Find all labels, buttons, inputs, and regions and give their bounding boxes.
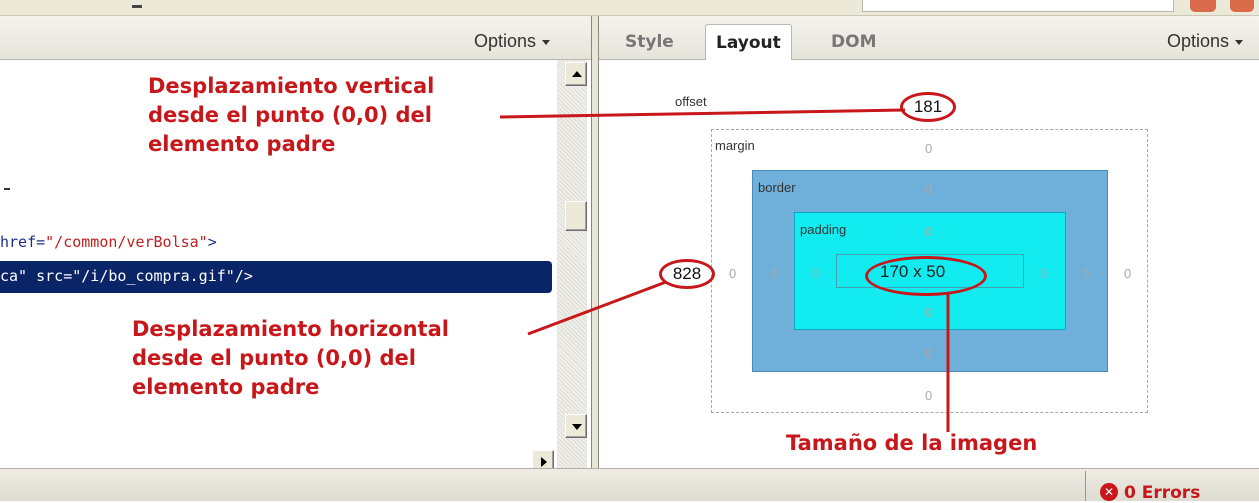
margin-bottom-value: 0 <box>925 388 933 403</box>
padding-label: padding <box>800 222 847 237</box>
status-bar: ✕ 0 Errors <box>0 468 1259 503</box>
code-attr-value: "/common/verBolsa" <box>45 233 208 251</box>
right-options-label: Options <box>1167 31 1230 51</box>
border-top-value: 0 <box>925 182 933 197</box>
padding-top-value: 0 <box>925 224 933 239</box>
chevron-down-icon <box>542 39 551 45</box>
top-strip <box>0 0 1259 16</box>
vertical-annotation-line-2: desde el punto (0,0) del <box>148 103 433 127</box>
arrow-up-icon <box>572 71 582 77</box>
code-tag-end: > <box>207 233 217 251</box>
border-left-value: 0 <box>770 266 778 281</box>
search-input[interactable] <box>862 0 1174 12</box>
errors-label: 0 Errors <box>1124 483 1201 503</box>
offset-top-value: 181 <box>913 97 943 116</box>
padding-bottom-value: 0 <box>925 305 933 320</box>
padding-left-value: 0 <box>812 266 820 281</box>
x-circle-icon: ✕ <box>1100 483 1118 501</box>
arrow-down-icon <box>572 424 582 430</box>
horizontal-annotation-line-1: Desplazamiento horizontal <box>132 317 449 341</box>
right-options-menu[interactable]: Options <box>1167 31 1244 52</box>
margin-left-value: 0 <box>729 266 737 281</box>
margin-label: margin <box>715 138 755 153</box>
vertical-offset-annotation: Desplazamiento vertical desde el punto (… <box>148 72 434 159</box>
vertical-scrollbar[interactable] <box>532 60 587 480</box>
vertical-annotation-line-1: Desplazamiento vertical <box>148 74 435 98</box>
offset-left-value: 828 <box>672 264 702 283</box>
toolbar-mark <box>132 5 142 8</box>
left-options-label: Options <box>474 31 537 51</box>
code-line-selected[interactable]: ca" src="/i/bo_compra.gif"/> <box>0 261 552 293</box>
tab-dom[interactable]: DOM <box>821 24 886 60</box>
close-window-button[interactable] <box>1230 0 1254 12</box>
scroll-thumb[interactable] <box>565 201 587 231</box>
tab-layout[interactable]: Layout <box>705 24 792 60</box>
content-size-highlight <box>865 256 987 296</box>
arrow-right-icon <box>541 457 547 467</box>
code-fragment-dash <box>4 188 10 190</box>
padding-right-value: 0 <box>1040 266 1048 281</box>
tab-style[interactable]: Style <box>615 24 684 60</box>
right-toolbar: Style Layout DOM Options <box>599 16 1259 60</box>
scroll-up-button[interactable] <box>565 62 587 86</box>
left-options-menu[interactable]: Options <box>474 31 551 52</box>
border-label: border <box>758 180 796 195</box>
border-right-value: 0 <box>1082 266 1090 281</box>
horizontal-offset-annotation: Desplazamiento horizontal desde el punto… <box>132 315 449 402</box>
offset-label: offset <box>675 94 707 109</box>
margin-right-value: 0 <box>1124 266 1132 281</box>
margin-top-value: 0 <box>925 141 933 156</box>
vertical-annotation-line-3: elemento padre <box>148 132 336 156</box>
horizontal-annotation-line-2: desde el punto (0,0) del <box>132 346 417 370</box>
left-toolbar: Options <box>0 16 591 60</box>
status-separator <box>1085 471 1086 501</box>
scroll-down-button[interactable] <box>565 414 587 438</box>
chevron-down-icon <box>1235 39 1244 45</box>
code-line-href[interactable]: href="/common/verBolsa"> <box>0 233 217 251</box>
code-attr: href= <box>0 233 46 251</box>
image-size-annotation: Tamaño de la imagen <box>786 431 1038 455</box>
horizontal-annotation-line-3: elemento padre <box>132 375 320 399</box>
close-panel-button[interactable] <box>1190 0 1216 12</box>
errors-indicator[interactable]: ✕ 0 Errors <box>1100 483 1200 503</box>
border-bottom-value: 0 <box>925 346 933 361</box>
code-line-selected-text: ca" src="/i/bo_compra.gif"/> <box>0 267 253 285</box>
panel-splitter[interactable] <box>591 16 599 468</box>
